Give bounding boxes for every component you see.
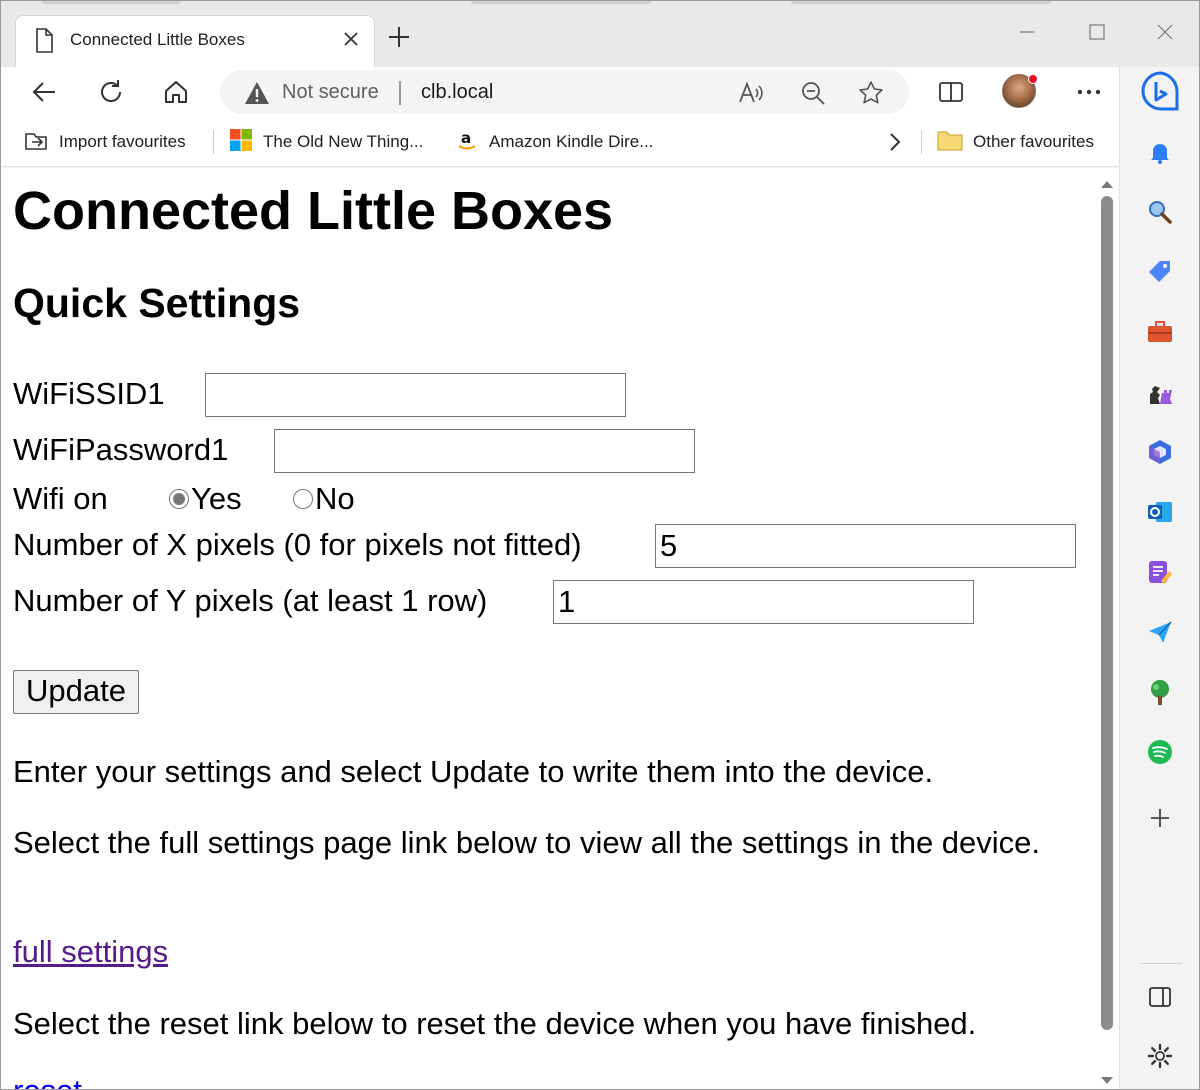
address-separator bbox=[399, 81, 401, 105]
password-input[interactable] bbox=[274, 429, 695, 473]
wifi-on-label: Wifi on bbox=[13, 481, 108, 516]
page-scrollbar[interactable] bbox=[1097, 168, 1119, 1089]
refresh-icon[interactable] bbox=[96, 77, 126, 107]
tree-icon[interactable] bbox=[1146, 678, 1174, 706]
ssid-input[interactable] bbox=[205, 373, 626, 417]
scroll-up-icon[interactable] bbox=[1100, 174, 1114, 193]
favourite-old-new-thing[interactable]: The Old New Thing... bbox=[229, 129, 423, 155]
spotify-icon[interactable] bbox=[1146, 738, 1174, 766]
favourite-label: Amazon Kindle Dire... bbox=[489, 132, 654, 151]
url-text[interactable]: clb.local bbox=[421, 81, 493, 104]
outlook-icon[interactable] bbox=[1146, 498, 1174, 526]
tab-strip: Connected Little Boxes bbox=[1, 1, 1199, 67]
address-bar[interactable]: Not secure clb.local bbox=[220, 70, 909, 114]
favourite-import[interactable]: Import favourites bbox=[23, 129, 186, 155]
instructions-text: Enter your settings and select Update to… bbox=[13, 754, 934, 789]
security-status[interactable]: Not secure bbox=[282, 81, 379, 104]
wifi-no-label[interactable]: No bbox=[315, 480, 355, 518]
microsoft-logo-icon bbox=[229, 128, 253, 156]
scroll-thumb[interactable] bbox=[1101, 196, 1113, 1030]
hide-sidebar-icon[interactable] bbox=[1146, 983, 1174, 1011]
folder-icon bbox=[937, 129, 963, 155]
amazon-logo-icon: a bbox=[455, 128, 479, 156]
page-icon bbox=[34, 28, 54, 58]
reset-text: Select the reset link below to reset the… bbox=[13, 1006, 977, 1041]
split-screen-icon[interactable] bbox=[936, 77, 966, 107]
edge-sidebar bbox=[1119, 67, 1199, 1089]
scroll-down-icon[interactable] bbox=[1100, 1071, 1114, 1089]
favourites-separator bbox=[213, 130, 214, 154]
update-button[interactable]: Update bbox=[13, 670, 139, 714]
x-pixels-input[interactable] bbox=[655, 524, 1076, 568]
sidebar-divider bbox=[1140, 963, 1182, 964]
microsoft-365-icon[interactable] bbox=[1146, 438, 1174, 466]
y-pixels-label: Number of Y pixels (at least 1 row) bbox=[13, 583, 488, 618]
minimize-icon[interactable] bbox=[1018, 23, 1036, 45]
other-favourites[interactable]: Other favourites bbox=[937, 129, 1094, 155]
search-icon[interactable] bbox=[1146, 198, 1174, 226]
svg-text:a: a bbox=[461, 129, 471, 147]
page-title: Connected Little Boxes bbox=[13, 181, 614, 241]
ssid-label: WiFiSSID1 bbox=[13, 376, 165, 411]
zoom-out-icon[interactable] bbox=[800, 80, 826, 110]
y-pixels-input[interactable] bbox=[553, 580, 974, 624]
wifi-yes-radio[interactable] bbox=[169, 489, 189, 509]
settings-gear-icon[interactable] bbox=[1146, 1042, 1174, 1070]
profile-avatar[interactable] bbox=[1002, 74, 1038, 108]
wifi-no-radio[interactable] bbox=[293, 489, 313, 509]
close-tab-icon[interactable] bbox=[342, 30, 360, 52]
maximize-icon[interactable] bbox=[1088, 23, 1106, 45]
section-heading: Quick Settings bbox=[13, 280, 301, 326]
favorite-star-icon[interactable] bbox=[858, 80, 884, 110]
close-window-icon[interactable] bbox=[1156, 23, 1174, 45]
background-tabs bbox=[1, 1, 1199, 9]
toolbar: Not secure clb.local bbox=[1, 67, 1119, 117]
browser-window: Connected Little Boxes Not secure clb.lo… bbox=[0, 0, 1200, 1090]
home-icon[interactable] bbox=[161, 77, 191, 107]
favourite-label: The Old New Thing... bbox=[263, 132, 424, 151]
add-icon[interactable] bbox=[1146, 804, 1174, 832]
bing-copilot-icon[interactable] bbox=[1138, 69, 1184, 115]
drop-send-icon[interactable] bbox=[1146, 618, 1174, 646]
x-pixels-label: Number of X pixels (0 for pixels not fit… bbox=[13, 527, 582, 562]
other-favourites-label: Other favourites bbox=[973, 132, 1094, 151]
games-chess-icon[interactable] bbox=[1146, 378, 1174, 406]
designer-icon[interactable] bbox=[1146, 558, 1174, 586]
chevron-right-icon[interactable] bbox=[887, 129, 903, 155]
tab-title: Connected Little Boxes bbox=[70, 30, 245, 49]
import-favourites-icon bbox=[23, 128, 49, 156]
favourites-bar: Import favourites The Old New Thing... a… bbox=[1, 117, 1119, 167]
full-settings-text: Select the full settings page link below… bbox=[13, 825, 1041, 860]
tools-briefcase-icon[interactable] bbox=[1146, 318, 1174, 346]
favourites-separator bbox=[921, 130, 922, 154]
notifications-bell-icon[interactable] bbox=[1146, 139, 1174, 167]
favourite-label: Import favourites bbox=[59, 132, 186, 151]
shopping-tag-icon[interactable] bbox=[1146, 258, 1174, 286]
tab-active[interactable]: Connected Little Boxes bbox=[15, 15, 375, 67]
more-menu-icon[interactable] bbox=[1074, 77, 1104, 107]
favourite-amazon-kindle[interactable]: a Amazon Kindle Dire... bbox=[455, 129, 653, 155]
warning-icon[interactable] bbox=[244, 81, 270, 109]
password-label: WiFiPassword1 bbox=[13, 432, 229, 467]
back-icon[interactable] bbox=[29, 77, 59, 107]
notification-dot bbox=[1028, 74, 1038, 84]
reset-link[interactable]: reset bbox=[13, 1072, 82, 1089]
page-content: Connected Little Boxes Quick Settings Wi… bbox=[1, 168, 1097, 1089]
full-settings-link[interactable]: full settings bbox=[13, 933, 168, 971]
read-aloud-icon[interactable] bbox=[738, 80, 766, 110]
wifi-yes-label[interactable]: Yes bbox=[191, 480, 242, 518]
new-tab-icon[interactable] bbox=[387, 25, 411, 53]
